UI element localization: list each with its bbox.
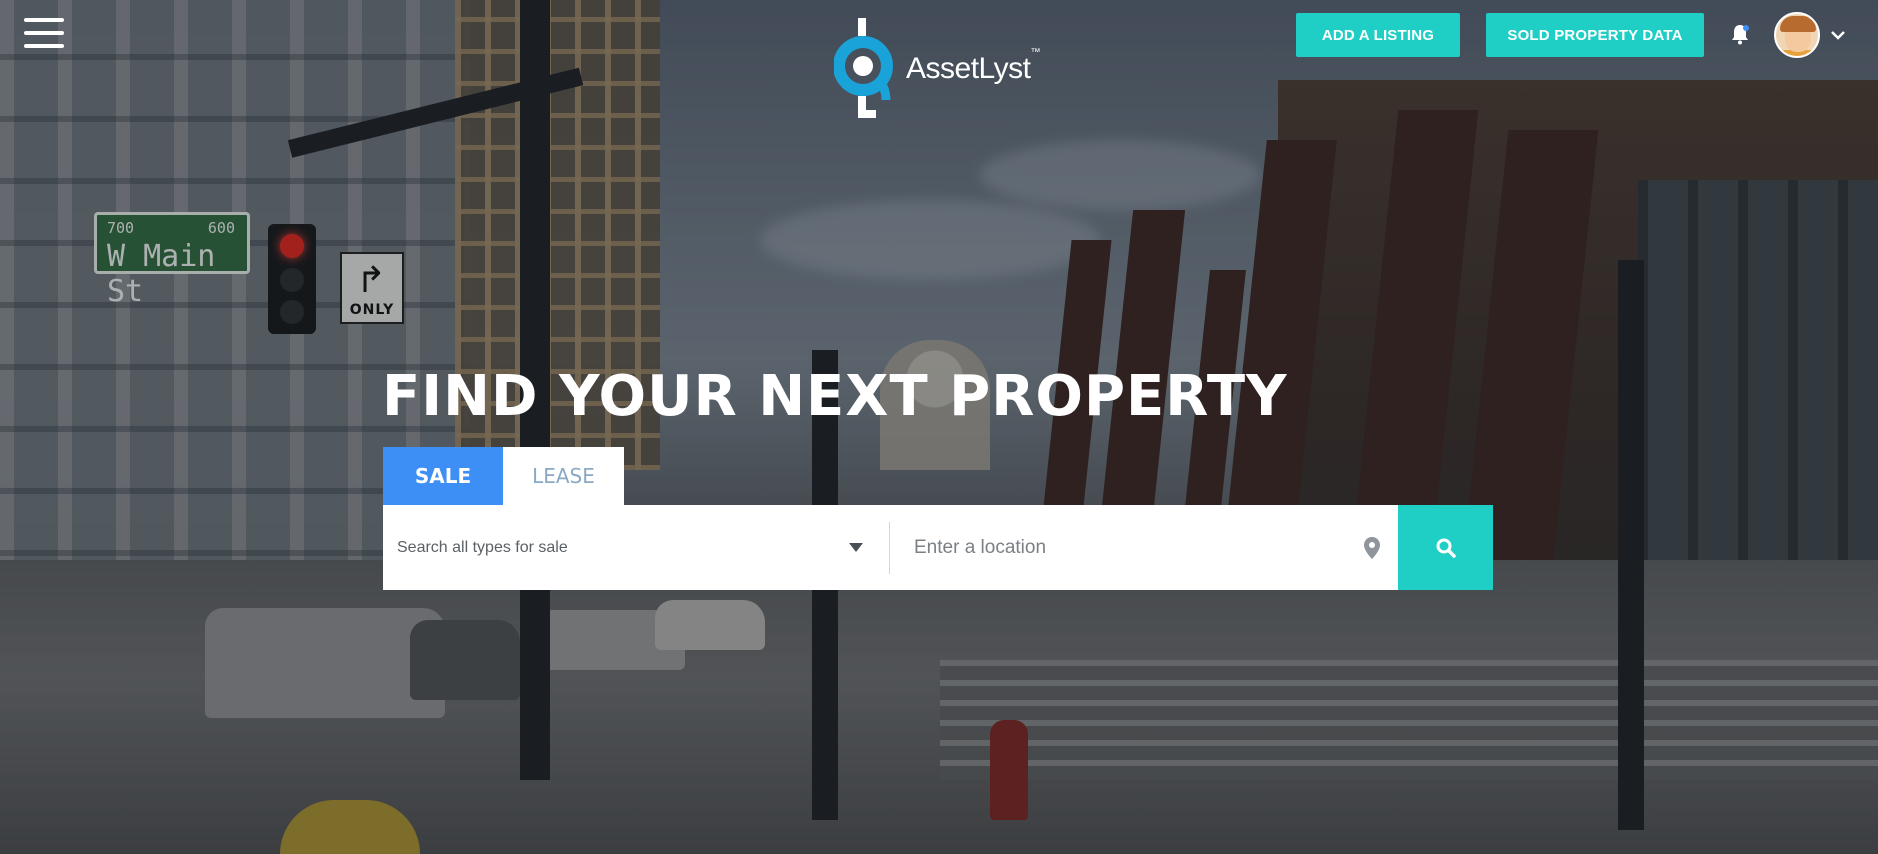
- menu-button[interactable]: [24, 18, 64, 48]
- logo-mark-icon: [834, 18, 893, 118]
- map-pin-icon: [1364, 537, 1380, 559]
- brand-name: AssetLyst™: [906, 47, 1040, 85]
- location-input[interactable]: [890, 505, 1360, 590]
- brand-logo[interactable]: AssetLyst™: [834, 18, 1054, 122]
- tab-lease[interactable]: LEASE: [503, 447, 624, 505]
- add-listing-button[interactable]: ADD A LISTING: [1296, 13, 1460, 57]
- sold-property-data-button[interactable]: SOLD PROPERTY DATA: [1486, 13, 1704, 57]
- hero-title: FIND YOUR NEXT PROPERTY: [382, 364, 1288, 429]
- user-avatar[interactable]: [1774, 12, 1820, 58]
- search-bar: Search all types for sale: [383, 505, 1398, 590]
- hamburger-icon: [24, 18, 64, 22]
- search-icon: [1436, 538, 1456, 558]
- search-button[interactable]: [1398, 505, 1493, 590]
- property-type-select[interactable]: Search all types for sale: [383, 505, 889, 590]
- tab-sale[interactable]: SALE: [383, 447, 503, 505]
- caret-down-icon: [849, 543, 863, 552]
- chevron-down-icon[interactable]: [1830, 28, 1846, 42]
- property-type-placeholder: Search all types for sale: [397, 538, 568, 556]
- bell-icon[interactable]: [1728, 22, 1752, 46]
